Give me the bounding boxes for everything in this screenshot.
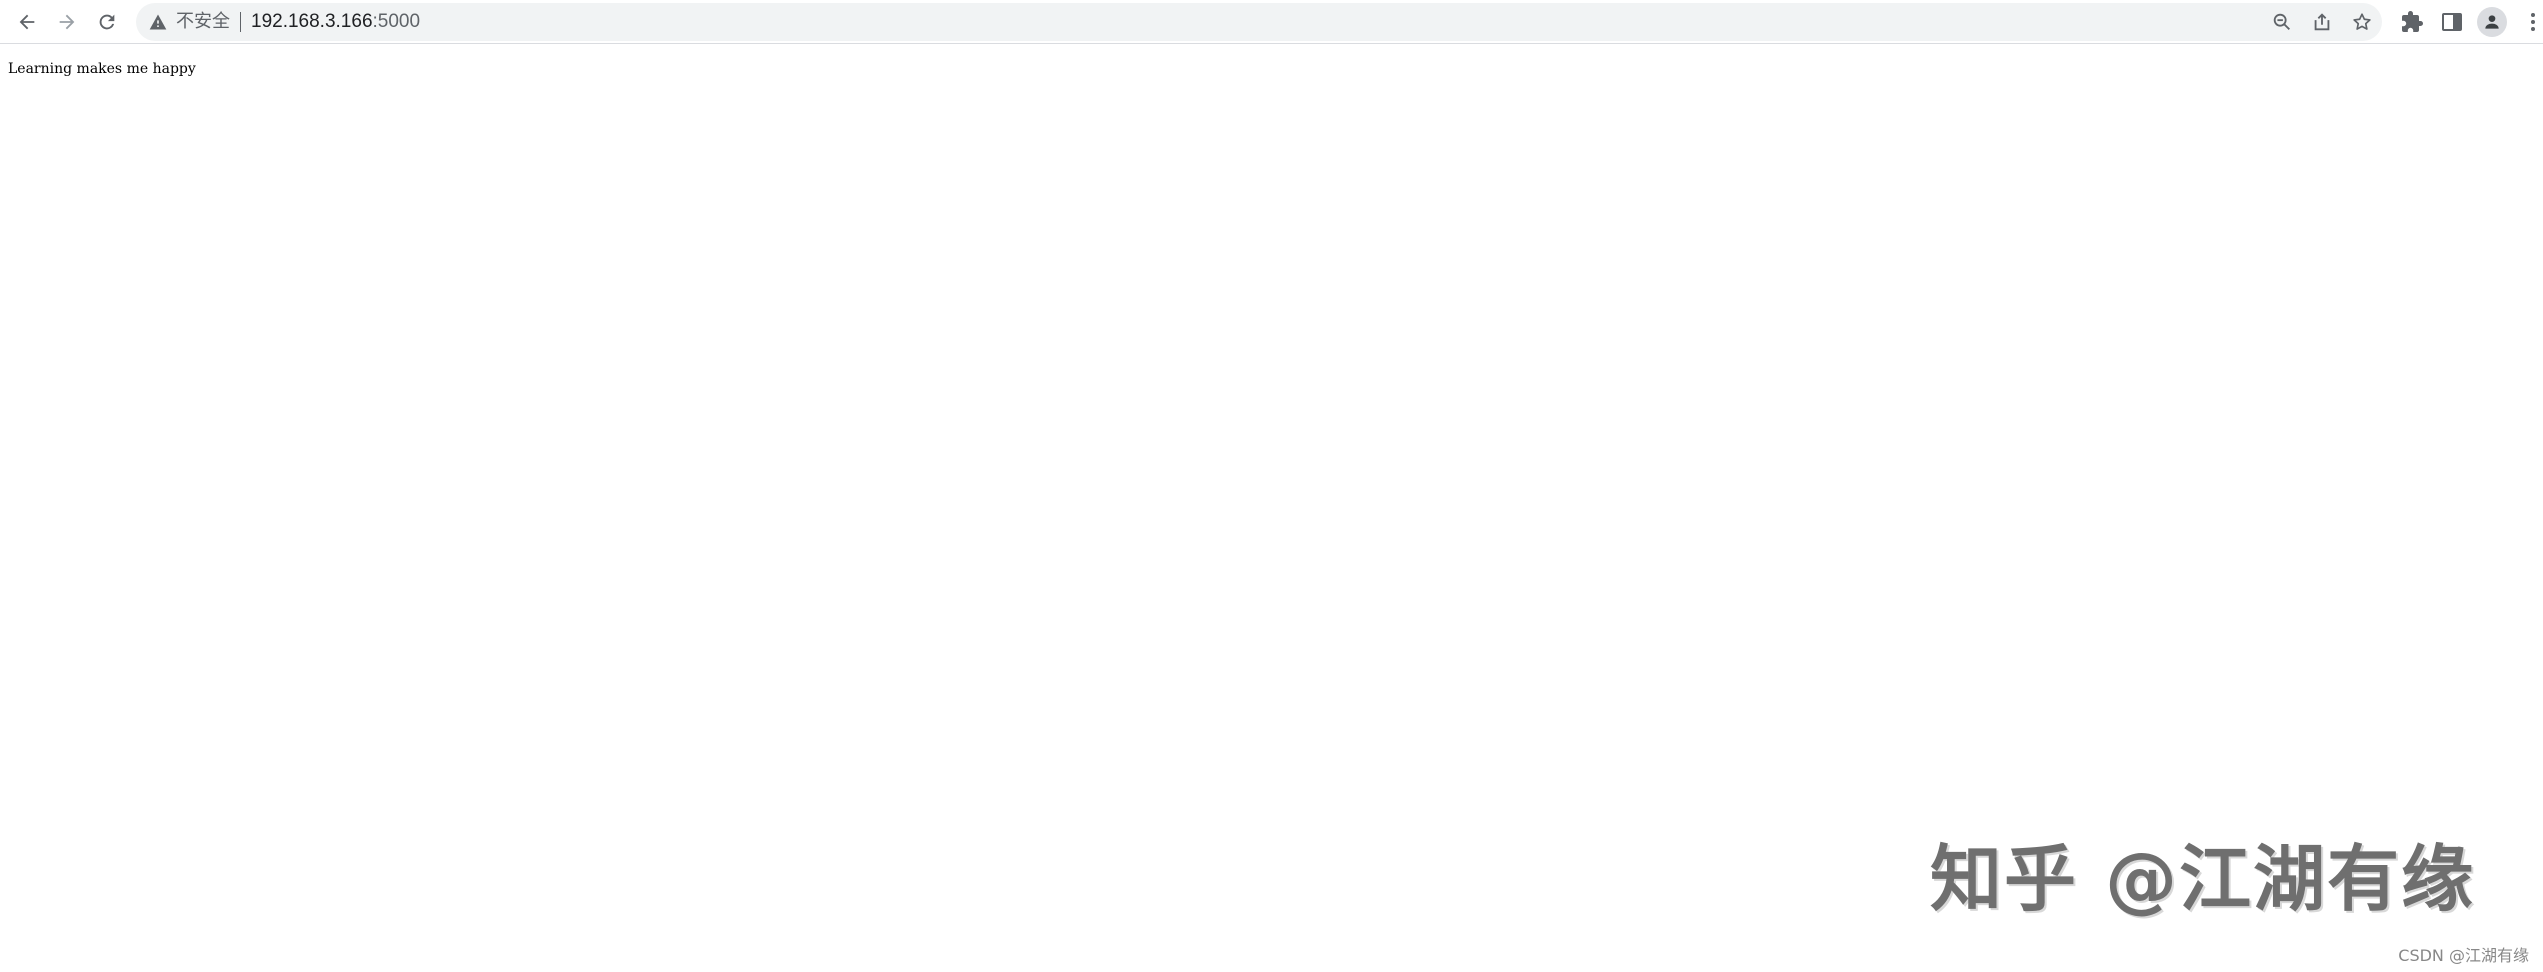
url-port: :5000 xyxy=(372,11,421,32)
reload-button[interactable] xyxy=(91,6,123,38)
reload-icon xyxy=(99,14,115,30)
arrow-left-icon xyxy=(19,14,35,30)
profile-icon xyxy=(2485,15,2499,29)
warning-triangle-icon[interactable] xyxy=(148,12,168,32)
security-divider xyxy=(240,12,241,32)
url-text[interactable]: 192.168.3.166:5000 xyxy=(251,11,420,33)
zoom-out-icon[interactable] xyxy=(2271,11,2293,33)
puzzle-icon[interactable] xyxy=(2400,10,2424,34)
security-label[interactable]: 不安全 xyxy=(176,11,230,33)
address-bar[interactable]: 不安全 192.168.3.166:5000 xyxy=(136,3,2382,41)
forward-button[interactable] xyxy=(51,6,83,38)
side-panel-icon[interactable] xyxy=(2440,10,2464,34)
arrow-right-icon xyxy=(59,14,75,30)
star-icon[interactable] xyxy=(2351,11,2373,33)
profile-button[interactable] xyxy=(2477,7,2507,37)
credit-text: CSDN @江湖有缘 xyxy=(2398,946,2529,965)
share-icon[interactable] xyxy=(2311,11,2333,33)
url-host: 192.168.3.166 xyxy=(251,11,373,32)
browser-toolbar: 不安全 192.168.3.166:5000 xyxy=(0,0,2543,44)
page-body-text: Learning makes me happy xyxy=(8,61,196,77)
watermark-text: 知乎 @江湖有缘 xyxy=(1930,837,2476,921)
back-button[interactable] xyxy=(11,6,43,38)
kebab-menu-icon[interactable] xyxy=(2521,10,2543,34)
